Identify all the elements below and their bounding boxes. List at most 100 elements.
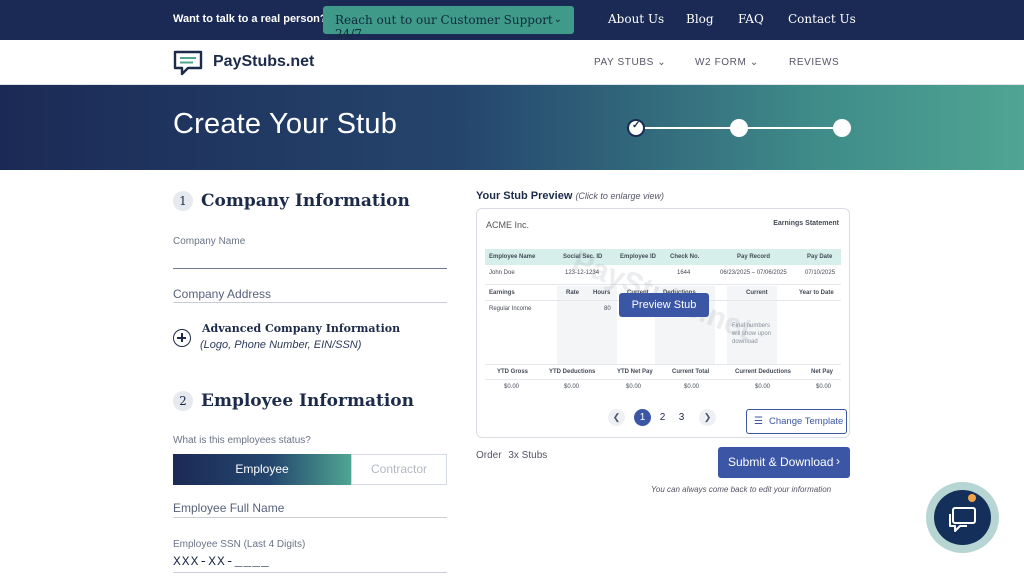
preview-divider xyxy=(485,379,841,380)
preview-total-header: YTD Deductions xyxy=(549,369,596,375)
preview-emp-header: Employee ID xyxy=(620,254,657,260)
company-address-input[interactable]: Company Address xyxy=(173,287,271,301)
preview-total-header: Current Deductions xyxy=(735,369,792,375)
submit-download-button[interactable]: Submit & Download › xyxy=(718,447,850,478)
preview-earn-row: Regular Income xyxy=(489,306,532,312)
employee-ssn-underline xyxy=(173,572,447,573)
status-employee-option[interactable]: Employee xyxy=(173,454,351,485)
company-name-label: Company Name xyxy=(173,236,246,247)
preview-divider xyxy=(485,364,841,365)
change-template-button[interactable]: ☰ Change Template xyxy=(746,409,847,434)
preview-emp-header: Employee Name xyxy=(489,254,536,260)
preview-emp-value: 07/10/2025 xyxy=(805,270,836,276)
chevron-down-icon: ⌄ xyxy=(553,14,562,25)
contact-us-link[interactable]: Contact Us xyxy=(788,12,856,26)
nav-w2-form[interactable]: W2 FORM ⌄ xyxy=(695,57,759,68)
employee-fullname-input[interactable]: Employee Full Name xyxy=(173,501,284,515)
hero-banner: Create Your Stub ✓ xyxy=(0,85,1024,170)
employee-ssn-input[interactable]: XXX-XX-____ xyxy=(173,554,270,569)
stub-preview-hint: (Click to enlarge view) xyxy=(575,191,664,201)
logo-chat-icon[interactable] xyxy=(173,50,203,76)
preview-employee-header-bar xyxy=(485,249,841,265)
preview-earn-row: 80 xyxy=(604,306,611,312)
chat-bubble-icon xyxy=(934,490,991,545)
customer-support-label: Reach out to our Customer Support 24/7 xyxy=(335,13,553,41)
talk-prompt: Want to talk to a real person? xyxy=(173,13,327,25)
preview-emp-header: Pay Date xyxy=(807,254,833,260)
preview-company: ACME Inc. xyxy=(486,220,530,230)
step-2-dot xyxy=(730,119,748,137)
section-number: 1 xyxy=(173,191,193,211)
stub-preview-card[interactable]: ACME Inc. Earnings Statement Employee Na… xyxy=(476,208,850,438)
company-address-underline xyxy=(173,302,447,303)
chevron-down-icon: ⌄ xyxy=(657,57,667,68)
company-name-input[interactable] xyxy=(173,268,447,269)
preview-stub-button[interactable]: Preview Stub xyxy=(619,293,709,317)
brand-name[interactable]: PayStubs.net xyxy=(213,53,314,71)
preview-emp-header: Check No. xyxy=(670,254,700,260)
pager-prev-icon[interactable]: ❮ xyxy=(608,409,625,426)
submit-download-label: Submit & Download xyxy=(728,455,834,469)
preview-total-value: $0.00 xyxy=(504,384,520,390)
chevron-right-icon: › xyxy=(836,454,840,468)
blog-link[interactable]: Blog xyxy=(686,12,714,26)
preview-emp-header: Pay Record xyxy=(737,254,771,260)
top-bar: Want to talk to a real person? Reach out… xyxy=(0,0,1024,41)
nav-reviews[interactable]: REVIEWS xyxy=(789,57,839,68)
employee-fullname-underline xyxy=(173,517,447,518)
preview-total-value: $0.00 xyxy=(684,384,700,390)
about-us-link[interactable]: About Us xyxy=(608,12,664,26)
stub-preview-heading: Your Stub Preview (Click to enlarge view… xyxy=(476,190,664,202)
preview-total-value: $0.00 xyxy=(626,384,642,390)
employee-status-label: What is this employees status? xyxy=(173,435,311,446)
preview-earn-header: Current xyxy=(746,290,768,296)
chat-button[interactable] xyxy=(926,482,999,553)
step-1-dot: ✓ xyxy=(627,119,645,137)
edit-later-hint: You can always come back to edit your in… xyxy=(651,485,832,494)
faq-link[interactable]: FAQ xyxy=(738,12,764,26)
chat-icon-svg xyxy=(949,507,976,532)
nav-w2-form-label: W2 FORM xyxy=(695,57,747,68)
preview-total-header: Current Total xyxy=(672,369,710,375)
advanced-company-info-link[interactable]: Advanced Company Information xyxy=(202,322,400,335)
preview-earn-header: Year to Date xyxy=(799,290,834,296)
status-contractor-option[interactable]: Contractor xyxy=(351,454,447,485)
preview-earn-header: Rate xyxy=(566,290,580,296)
order-value: 3x Stubs xyxy=(508,450,548,461)
customer-support-dropdown[interactable]: Reach out to our Customer Support 24/7 ⌄ xyxy=(323,6,574,41)
advanced-company-info-sub: (Logo, Phone Number, EIN/SSN) xyxy=(200,339,362,351)
pager-next-icon[interactable]: ❯ xyxy=(699,409,716,426)
chevron-down-icon: ⌄ xyxy=(749,57,759,68)
preview-emp-value: 06/23/2025 – 07/06/2025 xyxy=(720,270,787,276)
step-3-dot xyxy=(833,119,851,137)
page-2-button[interactable]: 2 xyxy=(654,409,671,426)
employee-section-title: Employee Information xyxy=(201,391,414,411)
page-1-button[interactable]: 1 xyxy=(634,409,651,426)
order-summary: Order 3x Stubs xyxy=(476,450,547,461)
check-icon: ✓ xyxy=(632,120,641,131)
preview-doc-title: Earnings Statement xyxy=(773,220,839,227)
preview-earn-header: Earnings xyxy=(489,290,515,296)
nav-pay-stubs[interactable]: PAY STUBS ⌄ xyxy=(594,57,666,68)
order-label: Order xyxy=(476,450,502,461)
page-title: Create Your Stub xyxy=(173,108,398,140)
section-number: 2 xyxy=(173,391,193,411)
preview-total-value: $0.00 xyxy=(755,384,771,390)
nav-pay-stubs-label: PAY STUBS xyxy=(594,57,654,68)
stub-preview-title: Your Stub Preview xyxy=(476,190,573,202)
preview-total-header: YTD Gross xyxy=(497,369,529,375)
preview-total-value: $0.00 xyxy=(564,384,580,390)
company-section-title: Company Information xyxy=(201,191,410,211)
expand-plus-icon[interactable] xyxy=(173,329,191,347)
employee-ssn-label: Employee SSN (Last 4 Digits) xyxy=(173,539,306,550)
preview-emp-value: 1644 xyxy=(677,270,691,276)
preview-total-header: YTD Net Pay xyxy=(617,369,653,375)
preview-total-value: $0.00 xyxy=(816,384,832,390)
preview-emp-value: John Doe xyxy=(489,270,515,276)
preview-total-header: Net Pay xyxy=(811,369,834,375)
page-3-button[interactable]: 3 xyxy=(673,409,690,426)
notification-badge xyxy=(968,494,976,502)
change-template-label: Change Template xyxy=(769,416,844,427)
preview-shade xyxy=(557,286,617,364)
sliders-icon: ☰ xyxy=(754,416,763,427)
